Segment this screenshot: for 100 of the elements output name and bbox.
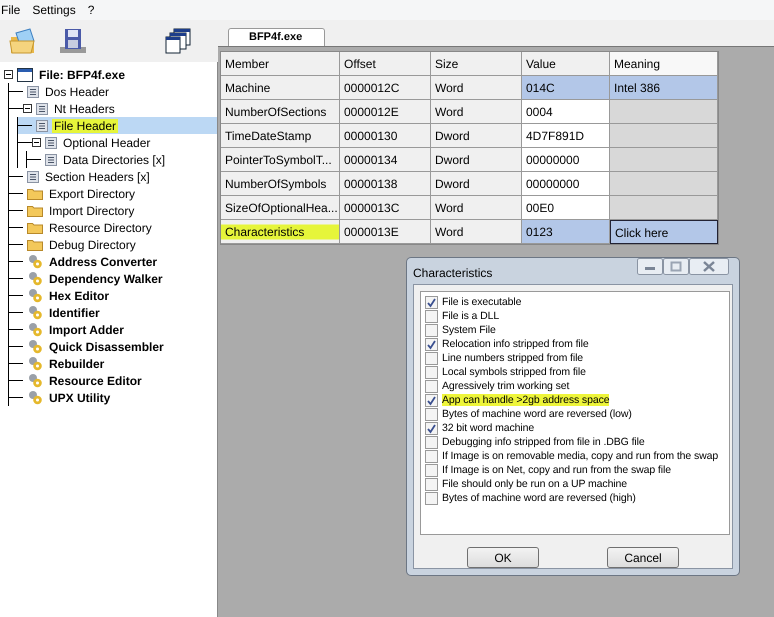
tree-item[interactable]: Import Adder [9,321,217,338]
column-header[interactable]: Meaning [610,52,718,76]
gears-icon [27,339,43,354]
checkbox[interactable] [425,296,438,308]
tree-item[interactable]: Section Headers [x] [9,168,217,185]
table-cell: TimeDateStamp [221,124,340,148]
checkbox[interactable] [425,352,438,364]
gears-icon [27,322,43,337]
checkbox[interactable] [425,464,438,476]
checkbox[interactable] [425,408,438,420]
tree-label: Debug Directory [48,238,137,252]
folder-icon [27,221,43,234]
minimize-icon[interactable] [637,258,663,275]
tree-item[interactable]: Address Converter [9,253,217,270]
checkbox[interactable] [425,324,438,336]
checkbox-option[interactable]: Agressively trim working set [425,379,729,393]
table-cell: SizeOfOptionalHea... [221,196,340,220]
tree-item[interactable]: Resource Editor [9,372,217,389]
checkbox-option[interactable]: If Image is on removable media, copy and run from the swap [425,449,729,463]
column-header[interactable]: Size [431,52,522,76]
floppy-disk-icon[interactable] [58,27,88,55]
gears-icon [27,288,43,303]
checkbox[interactable] [425,436,438,448]
checkbox[interactable] [425,310,438,322]
checkbox-option[interactable]: File is a DLL [425,309,729,323]
tree-item[interactable]: Export Directory [9,185,217,202]
gears-icon [27,254,43,269]
column-header[interactable]: Offset [340,52,431,76]
table-cell: 00000000 [522,148,610,172]
tree-item[interactable]: Data Directories [x] [27,151,217,168]
tree-item[interactable]: UPX Utility [9,389,217,406]
tree-item[interactable]: Nt Headers [9,100,217,117]
tree-item[interactable]: Import Directory [9,202,217,219]
table-cell: 00000134 [340,148,431,172]
checkbox-option[interactable]: If Image is on Net, copy and run from the swap file [425,463,729,477]
collapse-icon[interactable] [4,70,13,79]
menu-item[interactable]: ? [82,3,100,17]
column-header[interactable]: Member [221,52,340,76]
checkbox[interactable] [425,380,438,392]
tree-item[interactable]: Resource Directory [9,219,217,236]
checkbox[interactable] [425,422,438,434]
document-icon [27,170,39,182]
dialog-title: Characteristics [413,266,492,280]
checkbox-option[interactable]: File should only be run on a UP machine [425,477,729,491]
tree-item[interactable]: Optional Header [18,134,217,151]
table-cell: PointerToSymbolT... [221,148,340,172]
menu-item[interactable]: Settings [27,3,81,17]
checkbox-option[interactable]: Local symbols stripped from file [425,365,729,379]
table-cell: Word [431,196,522,220]
table-cell: Characteristics [221,220,340,244]
checkbox-option[interactable]: File is executable [425,295,729,309]
tree-item[interactable]: Dos Header [9,83,217,100]
tree-label: Rebuilder [48,356,106,370]
table-cell: Dword [431,172,522,196]
tree-item[interactable]: Rebuilder [9,355,217,372]
tree-item[interactable]: Dependency Walker [9,270,217,287]
tree-item[interactable]: File Header [18,117,217,134]
tree-label: Dependency Walker [48,272,164,286]
table-cell[interactable]: Click here [610,220,718,244]
file-tab[interactable]: BFP4f.exe [228,28,326,46]
checkbox-option[interactable]: Bytes of machine word are reversed (low) [425,407,729,421]
tree-item[interactable]: Debug Directory [9,236,217,253]
menu-item[interactable]: File [0,3,26,17]
checkbox[interactable] [425,338,438,350]
tree-label: Address Converter [48,254,158,268]
folder-icon [27,187,43,200]
collapse-icon[interactable] [23,104,32,113]
tree-item[interactable]: Hex Editor [9,287,217,304]
checkbox[interactable] [425,394,438,406]
tree-item[interactable]: Quick Disassembler [9,338,217,355]
column-header[interactable]: Value [522,52,610,76]
checkbox-option[interactable]: Relocation info stripped from file [425,337,729,351]
tree-label: Identifier [48,306,101,320]
document-icon [45,154,57,166]
table-cell: 00E0 [522,196,610,220]
tree-label: File Header [52,118,118,132]
checkbox[interactable] [425,450,438,462]
dialog-button[interactable]: Cancel [607,547,679,568]
table-cell: 00000130 [340,124,431,148]
tree-item[interactable]: File: BFP4f.exe [0,66,217,83]
dialog-button[interactable]: OK [467,547,539,568]
collapse-icon[interactable] [32,138,41,147]
table-cell: Word [431,100,522,124]
document-icon [36,102,48,114]
folder-icon [27,238,43,251]
checkbox[interactable] [425,478,438,490]
checkbox-option[interactable]: Line numbers stripped from file [425,351,729,365]
maximize-icon[interactable] [663,258,689,275]
close-icon[interactable] [689,258,729,275]
checkbox[interactable] [425,366,438,378]
checkbox-option[interactable]: System File [425,323,729,337]
tree-label: Optional Header [62,136,152,150]
table-cell: Word [431,76,522,100]
checkbox-option[interactable]: Bytes of machine word are reversed (high) [425,491,729,505]
checkbox-option[interactable]: 32 bit word machine [425,421,729,435]
gears-icon [27,271,43,286]
checkbox[interactable] [425,492,438,504]
document-icon [27,86,39,98]
tree-item[interactable]: Identifier [9,304,217,321]
checkbox-option[interactable]: Debugging info stripped from file in .DBG file [425,435,729,449]
